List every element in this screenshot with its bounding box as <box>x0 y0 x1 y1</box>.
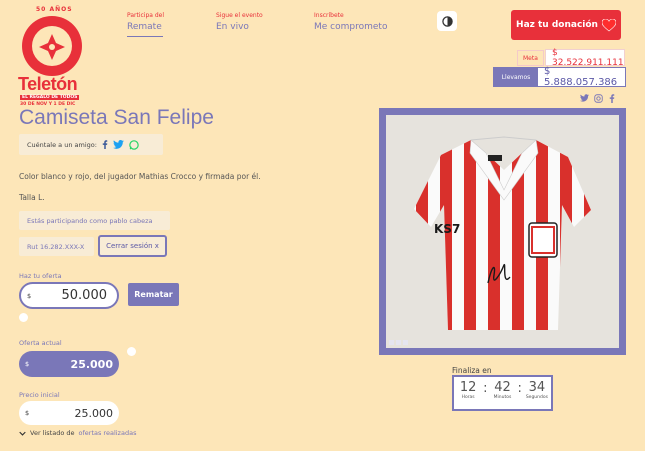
current-offer-currency: $ <box>25 360 30 368</box>
countdown-hours: 12 Horas <box>456 380 480 409</box>
donate-button[interactable]: Haz tu donación <box>511 10 621 40</box>
llevamos-label: Llevamos <box>493 67 539 87</box>
nav-en-vivo-label: En vivo <box>216 22 249 32</box>
nav-me-comprometo[interactable]: Inscríbete Me comprometo <box>314 12 387 32</box>
offer-currency: $ <box>27 291 32 300</box>
current-offer-label: Oferta actual <box>19 339 62 347</box>
offers-list-link[interactable]: ofertas realizadas <box>79 429 137 437</box>
countdown-hours-label: Horas <box>461 395 475 400</box>
contrast-toggle-button[interactable] <box>437 11 457 31</box>
offers-list-label: Ver listado de <box>30 429 75 437</box>
nav-me-comprometo-label: Me comprometo <box>314 22 388 32</box>
jersey-illustration: KS7 <box>386 115 619 348</box>
llevamos-value: $ 5.888.057.386 <box>537 66 626 88</box>
logo-word: Teletón <box>18 74 78 94</box>
logo-years: 50 AÑOS <box>36 6 73 13</box>
nav-me-comprometo-sub: Inscríbete <box>314 12 344 19</box>
twitter-icon[interactable] <box>580 94 589 102</box>
initial-price-currency: $ <box>25 409 30 417</box>
participating-notice: Estás participando como pablo cabeza <box>19 211 170 230</box>
carousel-dot[interactable] <box>403 340 408 345</box>
product-size: Talla L. <box>19 193 45 202</box>
countdown-separator: : <box>483 381 488 396</box>
facebook-icon[interactable] <box>609 94 615 103</box>
contrast-icon <box>441 15 453 27</box>
rut-display: Rut 16.282.XXX-X <box>19 237 94 256</box>
initial-price-value: 25.000 <box>74 406 114 420</box>
page-title: Camiseta San Felipe <box>19 106 214 129</box>
heart-icon <box>601 18 616 31</box>
meta-value: $ 32.522.911.111 <box>545 48 625 68</box>
product-image: KS7 <box>386 115 619 348</box>
countdown-minutes-label: Minutos <box>493 395 512 400</box>
offers-list-toggle[interactable]: Ver listado de ofertas realizadas <box>19 429 136 437</box>
carousel-dot[interactable] <box>396 340 401 345</box>
countdown-separator: : <box>517 381 522 396</box>
donate-label: Haz tu donación <box>516 20 598 30</box>
current-offer-value: 25.000 <box>70 357 113 371</box>
nav-remate-sub: Participa del <box>127 12 165 19</box>
countdown-timer: 12 Horas : 42 Minutos : 34 Segundos <box>452 375 553 411</box>
share-label: Cuéntale a un amigo: <box>27 140 97 149</box>
share-whatsapp-icon[interactable] <box>129 139 139 150</box>
nav-remate-label: Remate <box>127 22 163 37</box>
nav-remate[interactable]: Participa del Remate <box>127 12 164 37</box>
share-twitter-icon[interactable] <box>113 140 124 149</box>
initial-price-label: Precio inicial <box>19 391 60 399</box>
teleton-logo[interactable]: 50 AÑOS Teletón EL REGALO DE TODOS 30 DE… <box>14 6 94 107</box>
countdown-minutes: 42 Minutos <box>491 380 515 409</box>
chevron-down-icon <box>19 431 26 436</box>
offer-input[interactable]: $ 50.000 <box>19 282 119 309</box>
countdown-minutes-value: 42 <box>494 380 511 395</box>
current-offer-box: $ 25.000 <box>19 351 119 377</box>
countdown-seconds-label: Segundos <box>525 395 548 400</box>
carousel-indicators[interactable] <box>389 340 408 345</box>
countdown-label: Finaliza en <box>452 366 492 375</box>
product-image-frame[interactable]: KS7 <box>379 108 626 355</box>
offer-label: Haz tu oferta <box>19 272 62 280</box>
countdown-seconds-value: 34 <box>528 380 546 395</box>
offer-value[interactable]: 50.000 <box>62 288 108 303</box>
meta-label: Meta <box>517 50 544 66</box>
nav-en-vivo-sub: Sigue el evento <box>216 12 263 19</box>
logout-button[interactable]: Cerrar sesión x <box>98 235 167 257</box>
countdown-seconds: 34 Segundos <box>525 380 549 409</box>
logo-tagline: EL REGALO DE TODOS <box>20 95 80 100</box>
carousel-dot[interactable] <box>389 340 394 345</box>
rematar-button[interactable]: Rematar <box>128 283 179 306</box>
share-box: Cuéntale a un amigo: <box>19 134 163 155</box>
teleton-cross-icon <box>39 34 65 60</box>
share-facebook-icon[interactable] <box>102 140 108 149</box>
instagram-icon[interactable] <box>594 94 603 103</box>
offer-indicator-dot <box>19 313 28 322</box>
current-offer-dot <box>127 347 136 356</box>
countdown-hours-value: 12 <box>459 380 477 395</box>
jersey-sponsor: KS7 <box>434 222 460 236</box>
nav-en-vivo[interactable]: Sigue el evento En vivo <box>216 12 263 32</box>
product-description: Color blanco y rojo, del jugador Mathias… <box>19 172 261 181</box>
initial-price-box: $ 25.000 <box>19 401 119 425</box>
